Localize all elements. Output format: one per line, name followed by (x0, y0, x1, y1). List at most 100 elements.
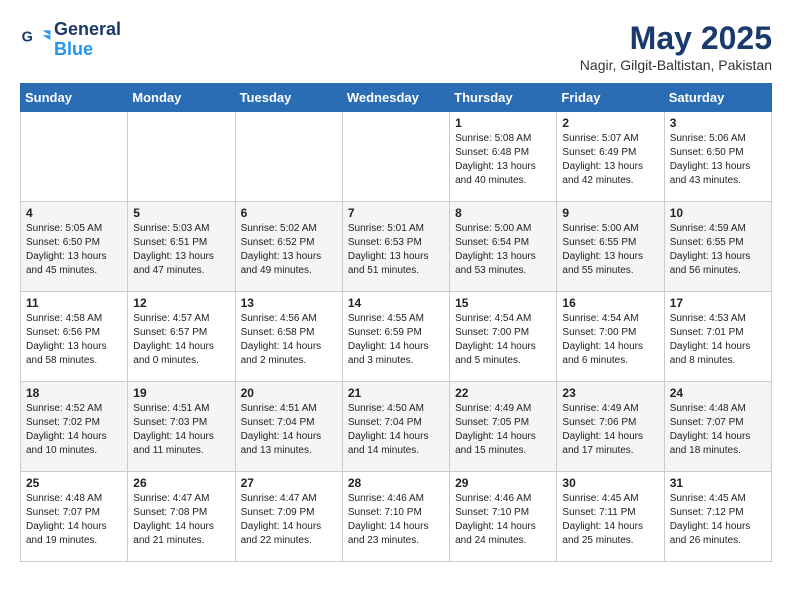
logo: G General Blue (20, 20, 121, 60)
day-info: Sunrise: 5:08 AM Sunset: 6:48 PM Dayligh… (455, 132, 551, 188)
day-number: 9 (562, 206, 658, 220)
calendar-cell: 1 Sunrise: 5:08 AM Sunset: 6:48 PM Daylig… (450, 112, 557, 202)
day-number: 29 (455, 476, 551, 490)
day-info: Sunrise: 4:47 AM Sunset: 7:08 PM Dayligh… (133, 492, 229, 548)
day-info: Sunrise: 4:57 AM Sunset: 6:57 PM Dayligh… (133, 312, 229, 368)
day-info: Sunrise: 4:46 AM Sunset: 7:10 PM Dayligh… (455, 492, 551, 548)
week-row-1: 1 Sunrise: 5:08 AM Sunset: 6:48 PM Daylig… (21, 112, 772, 202)
weekday-header-saturday: Saturday (664, 84, 771, 112)
day-number: 2 (562, 116, 658, 130)
calendar-cell: 24Sunrise: 4:48 AM Sunset: 7:07 PM Dayli… (664, 382, 771, 472)
day-info: Sunrise: 4:49 AM Sunset: 7:05 PM Dayligh… (455, 402, 551, 458)
calendar-cell: 17 Sunrise: 4:53 AM Sunset: 7:01 PM Dayli… (664, 292, 771, 382)
calendar-cell: 15 Sunrise: 4:54 AM Sunset: 7:00 PM Dayli… (450, 292, 557, 382)
weekday-header-tuesday: Tuesday (235, 84, 342, 112)
day-info: Sunrise: 4:51 AM Sunset: 7:03 PM Dayligh… (133, 402, 229, 458)
calendar-body: 1 Sunrise: 5:08 AM Sunset: 6:48 PM Daylig… (21, 112, 772, 562)
calendar-cell: 26 Sunrise: 4:47 AM Sunset: 7:08 PM Dayli… (128, 472, 235, 562)
day-number: 11 (26, 296, 122, 310)
calendar-cell: 30 Sunrise: 4:45 AM Sunset: 7:11 PM Dayli… (557, 472, 664, 562)
calendar-cell: 22 Sunrise: 4:49 AM Sunset: 7:05 PM Dayli… (450, 382, 557, 472)
day-info: Sunrise: 4:46 AM Sunset: 7:10 PM Dayligh… (348, 492, 444, 548)
day-number: 26 (133, 476, 229, 490)
day-info: Sunrise: 5:00 AM Sunset: 6:55 PM Dayligh… (562, 222, 658, 278)
day-number: 3 (670, 116, 766, 130)
week-row-3: 11 Sunrise: 4:58 AM Sunset: 6:56 PM Dayli… (21, 292, 772, 382)
calendar-cell (21, 112, 128, 202)
day-number: 13 (241, 296, 337, 310)
week-row-5: 25Sunrise: 4:48 AM Sunset: 7:07 PM Dayli… (21, 472, 772, 562)
calendar-cell: 25Sunrise: 4:48 AM Sunset: 7:07 PM Dayli… (21, 472, 128, 562)
week-row-2: 4 Sunrise: 5:05 AM Sunset: 6:50 PM Daylig… (21, 202, 772, 292)
calendar-cell: 5Sunrise: 5:03 AM Sunset: 6:51 PM Daylig… (128, 202, 235, 292)
calendar-cell (128, 112, 235, 202)
day-info: Sunrise: 4:55 AM Sunset: 6:59 PM Dayligh… (348, 312, 444, 368)
day-number: 1 (455, 116, 551, 130)
calendar-cell: 3 Sunrise: 5:06 AM Sunset: 6:50 PM Daylig… (664, 112, 771, 202)
calendar-cell: 8Sunrise: 5:00 AM Sunset: 6:54 PM Daylig… (450, 202, 557, 292)
week-row-4: 18 Sunrise: 4:52 AM Sunset: 7:02 PM Dayli… (21, 382, 772, 472)
day-info: Sunrise: 5:07 AM Sunset: 6:49 PM Dayligh… (562, 132, 658, 188)
day-number: 16 (562, 296, 658, 310)
weekday-header-monday: Monday (128, 84, 235, 112)
day-info: Sunrise: 4:54 AM Sunset: 7:00 PM Dayligh… (455, 312, 551, 368)
day-number: 12 (133, 296, 229, 310)
calendar-cell: 2 Sunrise: 5:07 AM Sunset: 6:49 PM Daylig… (557, 112, 664, 202)
day-number: 22 (455, 386, 551, 400)
day-info: Sunrise: 4:45 AM Sunset: 7:11 PM Dayligh… (562, 492, 658, 548)
day-info: Sunrise: 4:47 AM Sunset: 7:09 PM Dayligh… (241, 492, 337, 548)
calendar-cell: 28 Sunrise: 4:46 AM Sunset: 7:10 PM Dayli… (342, 472, 449, 562)
day-info: Sunrise: 4:59 AM Sunset: 6:55 PM Dayligh… (670, 222, 766, 278)
day-info: Sunrise: 4:53 AM Sunset: 7:01 PM Dayligh… (670, 312, 766, 368)
day-number: 18 (26, 386, 122, 400)
logo-icon: G (20, 24, 52, 56)
calendar-cell: 7 Sunrise: 5:01 AM Sunset: 6:53 PM Daylig… (342, 202, 449, 292)
day-info: Sunrise: 4:52 AM Sunset: 7:02 PM Dayligh… (26, 402, 122, 458)
calendar-cell: 14Sunrise: 4:55 AM Sunset: 6:59 PM Dayli… (342, 292, 449, 382)
day-info: Sunrise: 4:58 AM Sunset: 6:56 PM Dayligh… (26, 312, 122, 368)
day-info: Sunrise: 4:56 AM Sunset: 6:58 PM Dayligh… (241, 312, 337, 368)
month-year: May 2025 (580, 20, 772, 57)
location: Nagir, Gilgit-Baltistan, Pakistan (580, 57, 772, 73)
weekday-header-wednesday: Wednesday (342, 84, 449, 112)
day-info: Sunrise: 5:06 AM Sunset: 6:50 PM Dayligh… (670, 132, 766, 188)
calendar-cell: 31 Sunrise: 4:45 AM Sunset: 7:12 PM Dayli… (664, 472, 771, 562)
day-info: Sunrise: 4:48 AM Sunset: 7:07 PM Dayligh… (670, 402, 766, 458)
day-number: 30 (562, 476, 658, 490)
calendar-cell: 11 Sunrise: 4:58 AM Sunset: 6:56 PM Dayli… (21, 292, 128, 382)
weekday-header-row: SundayMondayTuesdayWednesdayThursdayFrid… (21, 84, 772, 112)
day-number: 15 (455, 296, 551, 310)
title-block: May 2025 Nagir, Gilgit-Baltistan, Pakist… (580, 20, 772, 73)
calendar-cell: 19 Sunrise: 4:51 AM Sunset: 7:03 PM Dayli… (128, 382, 235, 472)
day-number: 10 (670, 206, 766, 220)
day-info: Sunrise: 4:45 AM Sunset: 7:12 PM Dayligh… (670, 492, 766, 548)
day-number: 4 (26, 206, 122, 220)
day-info: Sunrise: 5:05 AM Sunset: 6:50 PM Dayligh… (26, 222, 122, 278)
day-number: 28 (348, 476, 444, 490)
day-number: 27 (241, 476, 337, 490)
logo-text: General Blue (54, 20, 121, 60)
calendar-cell: 4 Sunrise: 5:05 AM Sunset: 6:50 PM Daylig… (21, 202, 128, 292)
day-number: 31 (670, 476, 766, 490)
calendar-cell: 12 Sunrise: 4:57 AM Sunset: 6:57 PM Dayli… (128, 292, 235, 382)
calendar-cell (235, 112, 342, 202)
day-number: 17 (670, 296, 766, 310)
day-info: Sunrise: 5:01 AM Sunset: 6:53 PM Dayligh… (348, 222, 444, 278)
weekday-header-friday: Friday (557, 84, 664, 112)
day-number: 21 (348, 386, 444, 400)
day-number: 23 (562, 386, 658, 400)
day-info: Sunrise: 4:51 AM Sunset: 7:04 PM Dayligh… (241, 402, 337, 458)
day-number: 20 (241, 386, 337, 400)
day-number: 19 (133, 386, 229, 400)
calendar-cell: 20 Sunrise: 4:51 AM Sunset: 7:04 PM Dayli… (235, 382, 342, 472)
calendar-cell: 13 Sunrise: 4:56 AM Sunset: 6:58 PM Dayli… (235, 292, 342, 382)
day-info: Sunrise: 5:02 AM Sunset: 6:52 PM Dayligh… (241, 222, 337, 278)
day-info: Sunrise: 4:50 AM Sunset: 7:04 PM Dayligh… (348, 402, 444, 458)
day-number: 5 (133, 206, 229, 220)
weekday-header-thursday: Thursday (450, 84, 557, 112)
page-header: G General Blue May 2025 Nagir, Gilgit-Ba… (20, 20, 772, 73)
day-number: 7 (348, 206, 444, 220)
day-info: Sunrise: 4:48 AM Sunset: 7:07 PM Dayligh… (26, 492, 122, 548)
calendar-cell: 6Sunrise: 5:02 AM Sunset: 6:52 PM Daylig… (235, 202, 342, 292)
calendar-cell: 18 Sunrise: 4:52 AM Sunset: 7:02 PM Dayli… (21, 382, 128, 472)
